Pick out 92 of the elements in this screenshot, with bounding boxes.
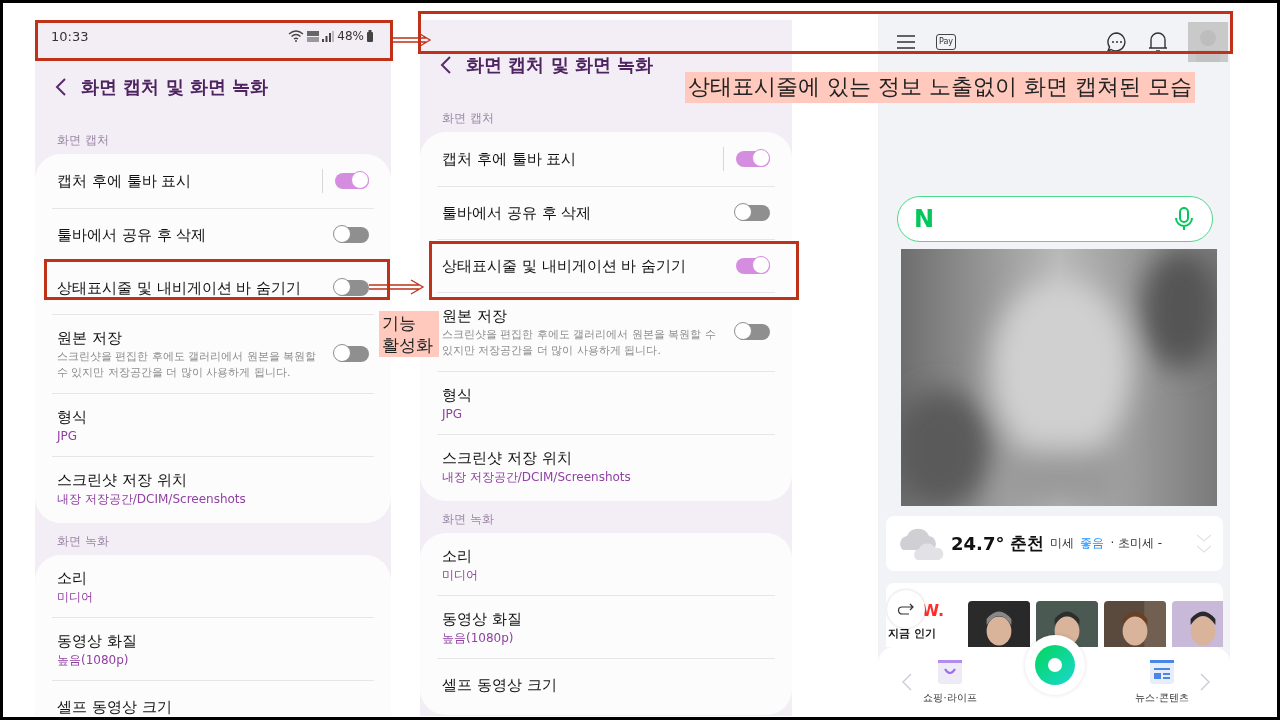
- status-time: 10:33: [51, 28, 89, 44]
- setting-label: 형식: [442, 385, 473, 406]
- settings-row[interactable]: 상태표시줄 및 내비게이션 바 숨기기: [437, 240, 775, 293]
- settings-row[interactable]: 셀프 동영상 크기: [437, 659, 775, 711]
- settings-row[interactable]: 툴바에서 공유 후 삭제: [437, 187, 775, 240]
- center-action-button[interactable]: [1025, 635, 1085, 695]
- setting-value: 내장 저장공간/DCIM/Screenshots: [57, 491, 247, 507]
- toggle-switch[interactable]: [734, 321, 770, 343]
- fine-dust-label: 미세: [1050, 535, 1075, 552]
- setting-label: 원본 저장: [57, 328, 123, 349]
- settings-row[interactable]: 상태표시줄 및 내비게이션 바 숨기기: [52, 262, 374, 315]
- rotate-icon: [897, 603, 915, 615]
- pay-button[interactable]: Pay: [936, 34, 956, 50]
- setting-label: 동영상 화질: [442, 609, 523, 630]
- arrow: [390, 33, 432, 47]
- settings-row[interactable]: 스크린샷 저장 위치 내장 저장공간/DCIM/Screenshots: [437, 435, 775, 497]
- nav-item[interactable]: 쇼핑·라이프: [912, 658, 988, 705]
- settings-row[interactable]: 동영상 화질 높음(1080p): [52, 618, 374, 681]
- setting-value: 미디어: [57, 589, 94, 605]
- settings-row[interactable]: 셀프 동영상 크기: [52, 681, 374, 716]
- setting-value: 높음(1080p): [57, 652, 130, 668]
- setting-label: 형식: [57, 407, 88, 428]
- setting-label: 캡처 후에 툴바 표시: [57, 171, 193, 192]
- setting-label: 스크린샷 저장 위치: [442, 448, 573, 469]
- setting-label: 상태표시줄 및 내비게이션 바 숨기기: [442, 256, 688, 277]
- section-label: 화면 녹화: [56, 533, 110, 550]
- microphone-icon[interactable]: [1174, 207, 1194, 231]
- toggle-switch[interactable]: [333, 170, 369, 192]
- signal-icon: [322, 30, 335, 42]
- toggle-switch[interactable]: [333, 224, 369, 246]
- ring-icon: [1035, 645, 1075, 685]
- settings-row[interactable]: 캡처 후에 툴바 표시: [52, 154, 374, 209]
- fine-dust-value: 좋음: [1080, 535, 1105, 552]
- setting-value: JPG: [442, 406, 464, 422]
- back-icon[interactable]: [55, 77, 67, 97]
- setting-label: 스크린샷 저장 위치: [57, 470, 188, 491]
- setting-label: 동영상 화질: [57, 631, 138, 652]
- nav-item[interactable]: 뉴스·콘텐츠: [1124, 658, 1200, 705]
- setting-label: 셀프 동영상 크기: [57, 697, 173, 716]
- toggle-switch[interactable]: [734, 255, 770, 277]
- shopping-bag-icon: [937, 658, 963, 685]
- settings-row[interactable]: 형식 JPG: [437, 372, 775, 435]
- back-icon[interactable]: [440, 55, 452, 75]
- toggle-switch[interactable]: [734, 202, 770, 224]
- section-label: 화면 캡처: [56, 132, 110, 149]
- setting-description: 스크린샷을 편집한 후에도 갤러리에서 원본을 복원할 수 있지만 저장공간을 더 많이 사용하게 됩니다.: [57, 349, 318, 381]
- settings-row[interactable]: 동영상 화질 높음(1080p): [437, 596, 775, 659]
- setting-value: 내장 저장공간/DCIM/Screenshots: [442, 469, 632, 485]
- setting-value: 높음(1080p): [442, 630, 515, 646]
- settings-row[interactable]: 형식 JPG: [52, 394, 374, 457]
- setting-value: JPG: [57, 428, 79, 444]
- settings-row[interactable]: 스크린샷 저장 위치 내장 저장공간/DCIM/Screenshots: [52, 457, 374, 519]
- settings-row[interactable]: 원본 저장 스크린샷을 편집한 후에도 갤러리에서 원본을 복원할 수 있지만 저장공간을 더 많이 사용하게 됩니다.: [52, 315, 374, 394]
- battery-icon: [367, 30, 373, 42]
- search-logo: N: [914, 205, 935, 233]
- setting-description: 스크린샷을 편집한 후에도 갤러리에서 원본을 복원할 수 있지만 저장공간을 더 많이 사용하게 됩니다.: [442, 327, 717, 359]
- setting-label: 원본 저장: [442, 306, 508, 327]
- section-label: 화면 녹화: [441, 511, 495, 528]
- setting-label: 소리: [442, 546, 473, 567]
- toggle-switch[interactable]: [734, 148, 770, 170]
- rotate-button[interactable]: [887, 590, 925, 628]
- setting-label: 소리: [57, 568, 88, 589]
- screen-title: 화면 캡처 및 화면 녹화: [466, 53, 654, 77]
- settings-row[interactable]: 캡처 후에 툴바 표시: [437, 132, 775, 187]
- temperature: 24.7°: [951, 533, 1005, 554]
- ultrafine-dust: · 초미세 -: [1110, 535, 1163, 552]
- arrow: [369, 279, 425, 295]
- wifi-icon: [288, 30, 305, 42]
- settings-row[interactable]: 툴바에서 공유 후 삭제: [52, 209, 374, 262]
- bell-icon[interactable]: [1148, 31, 1168, 53]
- weather-card[interactable]: 24.7° 춘천 미세 좋음 · 초미세 -: [886, 516, 1223, 571]
- setting-value: 미디어: [442, 567, 479, 583]
- network-icon: [307, 30, 320, 42]
- section-label: 화면 캡처: [441, 110, 495, 127]
- trending-title: 지금 인기: [887, 626, 936, 641]
- annotation-label: 상태표시줄에 있는 정보 노출없이 화면 캡쳐된 모습: [685, 72, 1195, 103]
- news-icon: [1149, 658, 1175, 685]
- setting-label: 툴바에서 공유 후 삭제: [442, 203, 593, 224]
- annotation-label: 기능 활성화: [379, 311, 439, 358]
- toggle-switch[interactable]: [333, 277, 369, 299]
- chat-icon[interactable]: [1106, 31, 1128, 53]
- battery-percent: 48%: [337, 29, 364, 43]
- setting-label: 캡처 후에 툴바 표시: [442, 149, 578, 170]
- city-name: 춘천: [1010, 532, 1045, 555]
- settings-row[interactable]: 소리 미디어: [52, 555, 374, 618]
- menu-icon[interactable]: [896, 34, 916, 50]
- screen-title: 화면 캡처 및 화면 녹화: [81, 75, 269, 99]
- setting-label: 툴바에서 공유 후 삭제: [57, 225, 208, 246]
- setting-label: 상태표시줄 및 내비게이션 바 숨기기: [57, 278, 303, 299]
- settings-row[interactable]: 소리 미디어: [437, 533, 775, 596]
- toggle-switch[interactable]: [333, 343, 369, 365]
- setting-label: 셀프 동영상 크기: [442, 675, 558, 696]
